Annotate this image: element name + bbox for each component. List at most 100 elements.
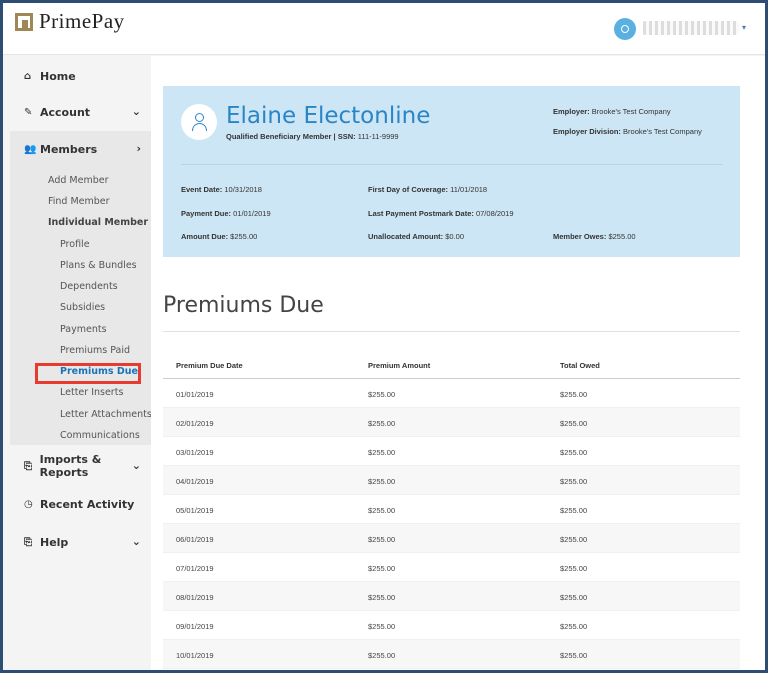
- chevron-down-icon: ⌄: [131, 459, 141, 472]
- caret-down-icon[interactable]: ▾: [742, 23, 746, 32]
- member-info-card: Elaine Electonline Qualified Beneficiary…: [163, 86, 740, 257]
- table-row: 04/01/2019 $255.00 $255.00: [163, 466, 740, 495]
- unallocated-amount: Unallocated Amount: $0.00: [368, 232, 465, 241]
- sidebar-item-add-member[interactable]: Add Member: [48, 175, 109, 186]
- sidebar-item-imports-reports[interactable]: ⎘ Imports & Reports ⌄: [10, 448, 151, 484]
- sidebar-item-label: Members: [40, 142, 98, 156]
- sidebar-item-members[interactable]: 👥 Members ›: [10, 131, 151, 167]
- primepay-logo-mark: [15, 12, 33, 31]
- cell-premium-amount: $255.00: [368, 622, 396, 631]
- sidebar-item-help[interactable]: ⎘ Help ⌄: [10, 524, 151, 560]
- cell-total-owed: $255.00: [560, 651, 588, 660]
- person-icon: [181, 104, 217, 140]
- sidebar-item-label: Home: [40, 69, 76, 83]
- cell-premium-amount: $255.00: [368, 593, 396, 602]
- cell-total-owed: $255.00: [560, 564, 588, 573]
- cell-premium-amount: $255.00: [368, 506, 396, 515]
- employer-row: Employer: Brooke's Test Company: [553, 107, 671, 116]
- cell-due-date: 08/01/2019: [176, 593, 214, 602]
- cell-total-owed: $255.00: [560, 622, 588, 631]
- cell-total-owed: $255.00: [560, 448, 588, 457]
- member-name: Elaine Electonline: [226, 103, 431, 129]
- sidebar-item-communications[interactable]: Communications: [60, 430, 140, 441]
- table-row: 07/01/2019 $255.00 $255.00: [163, 553, 740, 582]
- amount-due: Amount Due: $255.00: [181, 232, 258, 241]
- premiums-due-highlight: [35, 363, 141, 384]
- employer-division-row: Employer Division: Brooke's Test Company: [553, 127, 702, 136]
- sidebar-item-account[interactable]: ✎ Account ⌄: [10, 94, 151, 130]
- top-bar: PrimePay ▾: [3, 3, 765, 55]
- card-divider: [181, 164, 722, 165]
- member-ssn: 111-11-9999: [357, 132, 399, 141]
- table-row: 01/01/2019 $255.00 $255.00: [163, 379, 740, 408]
- premiums-due-table: Premium Due Date Premium Amount Total Ow…: [163, 353, 740, 669]
- cell-due-date: 10/01/2019: [176, 651, 214, 660]
- sidebar-item-find-member[interactable]: Find Member: [48, 196, 110, 207]
- sidebar-item-dependents[interactable]: Dependents: [60, 281, 118, 292]
- sidebar-item-payments[interactable]: Payments: [60, 324, 107, 335]
- clock-icon: ◷: [24, 498, 33, 510]
- cell-premium-amount: $255.00: [368, 390, 396, 399]
- cell-total-owed: $255.00: [560, 419, 588, 428]
- user-name-redacted[interactable]: [643, 21, 739, 35]
- sidebar-item-recent-activity[interactable]: ◷ Recent Activity: [10, 486, 151, 522]
- employer-division-label: Employer Division:: [553, 127, 621, 136]
- last-payment-postmark-date: Last Payment Postmark Date: 07/08/2019: [368, 209, 514, 218]
- cell-premium-amount: $255.00: [368, 448, 396, 457]
- member-subtitle: Qualified Beneficiary Member | SSN: 111-…: [226, 132, 399, 141]
- cell-due-date: 01/01/2019: [176, 390, 214, 399]
- sidebar-item-letter-inserts[interactable]: Letter Inserts: [60, 387, 123, 398]
- title-divider: [163, 331, 740, 332]
- table-row: 02/01/2019 $255.00 $255.00: [163, 408, 740, 437]
- cell-due-date: 06/01/2019: [176, 535, 214, 544]
- sidebar-item-label: Account: [40, 105, 91, 119]
- page-title: Premiums Due: [163, 293, 324, 318]
- sidebar-item-profile[interactable]: Profile: [60, 239, 90, 250]
- user-avatar-icon[interactable]: [614, 18, 636, 40]
- cell-premium-amount: $255.00: [368, 477, 396, 486]
- cell-total-owed: $255.00: [560, 593, 588, 602]
- main-content: Elaine Electonline Qualified Beneficiary…: [151, 56, 765, 670]
- employer-value: Brooke's Test Company: [591, 107, 671, 116]
- clipboard-icon: ⎘: [24, 460, 32, 472]
- cell-premium-amount: $255.00: [368, 535, 396, 544]
- chevron-down-icon: ⌄: [131, 535, 141, 548]
- member-owes: Member Owes: $255.00: [553, 232, 636, 241]
- table-row: 03/01/2019 $255.00 $255.00: [163, 437, 740, 466]
- cell-due-date: 05/01/2019: [176, 506, 214, 515]
- cell-total-owed: $255.00: [560, 390, 588, 399]
- cell-due-date: 04/01/2019: [176, 477, 214, 486]
- app-frame: PrimePay ▾ ⌂ Home ✎ Account ⌄ 👥 Members …: [0, 0, 768, 673]
- sidebar-item-premiums-paid[interactable]: Premiums Paid: [60, 345, 130, 356]
- employer-division-value: Brooke's Test Company: [623, 127, 702, 136]
- cell-premium-amount: $255.00: [368, 419, 396, 428]
- column-header-premium-amount[interactable]: Premium Amount: [368, 361, 430, 370]
- clipboard-icon: ⎘: [24, 536, 32, 548]
- table-row: 05/01/2019 $255.00 $255.00: [163, 495, 740, 524]
- table-row: 06/01/2019 $255.00 $255.00: [163, 524, 740, 553]
- users-icon: 👥: [24, 143, 37, 155]
- member-type-label: Qualified Beneficiary Member | SSN:: [226, 132, 356, 141]
- primepay-logo[interactable]: PrimePay: [15, 9, 125, 34]
- sidebar-item-individual-member[interactable]: Individual Member: [48, 217, 148, 228]
- column-header-total-owed[interactable]: Total Owed: [560, 361, 600, 370]
- cell-premium-amount: $255.00: [368, 651, 396, 660]
- brand-name: PrimePay: [39, 9, 125, 33]
- sidebar-item-label: Help: [40, 535, 69, 549]
- sidebar-item-plans-bundles[interactable]: Plans & Bundles: [60, 260, 137, 271]
- table-body: 01/01/2019 $255.00 $255.00 02/01/2019 $255.0…: [163, 379, 740, 669]
- table-row: 09/01/2019 $255.00 $255.00: [163, 611, 740, 640]
- cell-due-date: 02/01/2019: [176, 419, 214, 428]
- sidebar-item-subsidies[interactable]: Subsidies: [60, 302, 105, 313]
- sidebar-item-home[interactable]: ⌂ Home: [10, 58, 151, 94]
- sidebar-item-letter-attachments[interactable]: Letter Attachments: [60, 409, 152, 420]
- home-icon: ⌂: [24, 70, 32, 82]
- employer-label: Employer:: [553, 107, 590, 116]
- pencil-icon: ✎: [24, 106, 33, 118]
- cell-total-owed: $255.00: [560, 506, 588, 515]
- cell-premium-amount: $255.00: [368, 564, 396, 573]
- column-header-due-date[interactable]: Premium Due Date: [176, 361, 243, 370]
- cell-total-owed: $255.00: [560, 477, 588, 486]
- cell-due-date: 09/01/2019: [176, 622, 214, 631]
- first-day-of-coverage: First Day of Coverage: 11/01/2018: [368, 185, 488, 194]
